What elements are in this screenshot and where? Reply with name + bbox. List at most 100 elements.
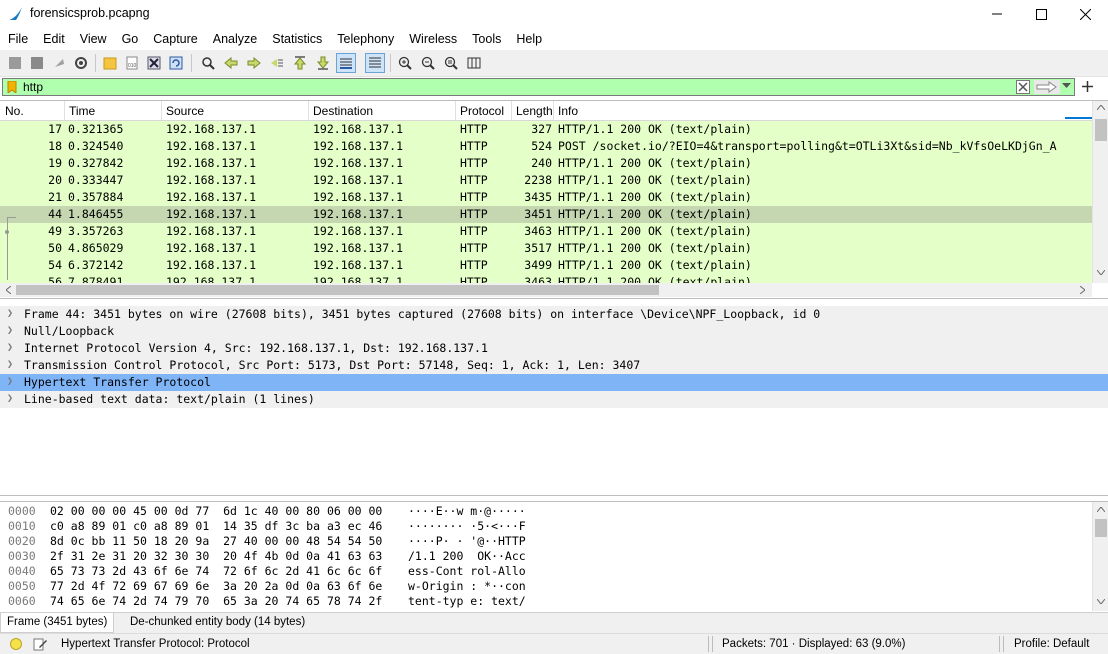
menu-capture[interactable]: Capture — [145, 32, 204, 46]
scroll-right-icon[interactable] — [1080, 286, 1085, 294]
tab-dechunked-body[interactable]: De-chunked entity body (14 bytes) — [124, 613, 311, 632]
chevron-right-icon[interactable]: ❯ — [7, 359, 13, 370]
column-header-destination[interactable]: Destination — [313, 104, 373, 118]
packet-row[interactable]: 21 0.357884 192.168.137.1 192.168.137.1 HTTP… — [0, 189, 1092, 206]
packet-list-hscrollbar[interactable] — [0, 283, 1092, 297]
open-file-button[interactable] — [100, 53, 120, 73]
auto-scroll-button[interactable] — [336, 53, 356, 73]
save-file-button[interactable]: 010 — [122, 53, 142, 73]
chevron-down-icon[interactable] — [1062, 83, 1071, 89]
tab-frame-bytes[interactable]: Frame (3451 bytes) — [0, 613, 115, 633]
expert-info-icon[interactable] — [10, 638, 22, 650]
packet-row[interactable]: 49 3.357263 192.168.137.1 192.168.137.1 HTTP… — [0, 223, 1092, 240]
byte-offset[interactable]: 0040 — [8, 564, 36, 578]
column-header-length[interactable]: Length — [516, 104, 553, 118]
edit-comment-icon[interactable] — [33, 637, 47, 651]
column-header-time[interactable]: Time — [69, 104, 95, 118]
column-header-info[interactable]: Info — [558, 104, 578, 118]
apply-filter-icon[interactable] — [1034, 80, 1060, 94]
start-capture-button[interactable] — [5, 53, 25, 73]
menu-telephony[interactable]: Telephony — [329, 32, 401, 46]
first-packet-button[interactable] — [290, 53, 310, 73]
byte-offset[interactable]: 0010 — [8, 519, 36, 533]
status-profile[interactable]: Profile: Default — [1014, 638, 1089, 650]
zoom-out-button[interactable] — [418, 53, 438, 73]
byte-ascii[interactable]: tent-typ e: text/ — [408, 594, 526, 608]
detail-tree-item[interactable]: ❯ Internet Protocol Version 4, Src: 192.1… — [0, 340, 1108, 357]
menu-tools[interactable]: Tools — [464, 32, 508, 46]
display-filter-input[interactable] — [23, 79, 1013, 95]
capture-options-button[interactable] — [71, 53, 91, 73]
byte-ascii[interactable]: /1.1 200 OK··Acc — [408, 549, 526, 563]
normal-size-button[interactable] — [441, 53, 461, 73]
byte-hex[interactable]: 8d 0c bb 11 50 18 20 9a 27 40 00 00 48 5… — [50, 534, 382, 548]
packet-row[interactable]: 20 0.333447 192.168.137.1 192.168.137.1 HTTP… — [0, 172, 1092, 189]
byte-hex[interactable]: 02 00 00 00 45 00 0d 77 6d 1c 40 00 80 0… — [50, 504, 382, 518]
packet-row[interactable]: 18 0.324540 192.168.137.1 192.168.137.1 HTTP… — [0, 138, 1092, 155]
byte-ascii[interactable]: ········ ·5·<···F — [408, 519, 526, 533]
menu-file[interactable]: File — [0, 32, 35, 46]
byte-offset[interactable]: 0020 — [8, 534, 36, 548]
menu-view[interactable]: View — [72, 32, 114, 46]
scroll-left-icon[interactable] — [6, 286, 11, 294]
close-button[interactable] — [1062, 0, 1108, 28]
byte-ascii[interactable]: w-Origin : *··con — [408, 579, 526, 593]
byte-hex[interactable]: c0 a8 89 01 c0 a8 89 01 14 35 df 3c ba a… — [50, 519, 382, 533]
detail-tree-item[interactable]: ❯ Hypertext Transfer Protocol — [0, 374, 1108, 391]
add-filter-button-icon[interactable] — [1082, 81, 1093, 92]
byte-hex[interactable]: 77 2d 4f 72 69 67 69 6e 3a 20 2a 0d 0a 6… — [50, 579, 382, 593]
menu-edit[interactable]: Edit — [35, 32, 72, 46]
scroll-down-icon[interactable] — [1097, 599, 1105, 604]
byte-ascii[interactable]: ····E··w m·@····· — [408, 504, 526, 518]
byte-offset[interactable]: 0030 — [8, 549, 36, 563]
packet-row[interactable]: 17 0.321365 192.168.137.1 192.168.137.1 HTTP… — [0, 121, 1092, 138]
chevron-right-icon[interactable]: ❯ — [7, 342, 13, 353]
packet-row[interactable]: 44 1.846455 192.168.137.1 192.168.137.1 HTTP… — [0, 206, 1092, 223]
byte-hex[interactable]: 74 65 6e 74 2d 74 79 70 65 3a 20 74 65 7… — [50, 594, 382, 608]
byte-offset[interactable]: 0050 — [8, 579, 36, 593]
chevron-right-icon[interactable]: ❯ — [7, 376, 13, 387]
column-header-protocol[interactable]: Protocol — [460, 104, 504, 118]
scroll-up-icon[interactable] — [1097, 507, 1105, 512]
minimize-button[interactable] — [974, 0, 1020, 28]
packet-row[interactable]: 56 7.878491 192.168.137.1 192.168.137.1 HTTP… — [0, 274, 1092, 283]
stop-capture-button[interactable] — [27, 53, 47, 73]
packet-row[interactable]: 50 4.865029 192.168.137.1 192.168.137.1 HTTP… — [0, 240, 1092, 257]
packet-list-vscrollbar[interactable] — [1092, 101, 1108, 283]
bookmark-icon[interactable] — [7, 81, 17, 93]
clear-filter-icon[interactable] — [1016, 80, 1030, 94]
colorize-button[interactable] — [365, 53, 385, 73]
scroll-up-icon[interactable] — [1097, 105, 1105, 110]
chevron-right-icon[interactable]: ❯ — [7, 308, 13, 319]
close-file-button[interactable] — [144, 53, 164, 73]
menu-go[interactable]: Go — [114, 32, 146, 46]
byte-ascii[interactable]: ess-Cont rol-Allo — [408, 564, 526, 578]
restart-capture-button[interactable] — [49, 53, 69, 73]
menu-wireless[interactable]: Wireless — [401, 32, 464, 46]
last-packet-button[interactable] — [313, 53, 333, 73]
byte-hex[interactable]: 65 73 73 2d 43 6f 6e 74 72 6f 6c 2d 41 6… — [50, 564, 382, 578]
packet-row[interactable]: 54 6.372142 192.168.137.1 192.168.137.1 HTTP… — [0, 257, 1092, 274]
detail-tree-item[interactable]: ❯ Transmission Control Protocol, Src Port… — [0, 357, 1108, 374]
byte-ascii[interactable]: ····P· · '@··HTTP — [408, 534, 526, 548]
detail-tree-item[interactable]: ❯ Line-based text data: text/plain (1 lin… — [0, 391, 1108, 408]
find-packet-button[interactable] — [198, 53, 218, 73]
reload-file-button[interactable] — [166, 53, 186, 73]
chevron-right-icon[interactable]: ❯ — [7, 325, 13, 336]
column-header-source[interactable]: Source — [166, 104, 204, 118]
resize-columns-button[interactable] — [464, 53, 484, 73]
detail-tree-item[interactable]: ❯ Null/Loopback — [0, 323, 1108, 340]
menu-analyze[interactable]: Analyze — [205, 32, 264, 46]
packet-row[interactable]: 19 0.327842 192.168.137.1 192.168.137.1 HTTP… — [0, 155, 1092, 172]
zoom-in-button[interactable] — [395, 53, 415, 73]
byte-offset[interactable]: 0060 — [8, 594, 36, 608]
menu-help[interactable]: Help — [508, 32, 549, 46]
maximize-button[interactable] — [1018, 0, 1064, 28]
detail-tree-item[interactable]: ❯ Frame 44: 3451 bytes on wire (27608 bit… — [0, 306, 1108, 323]
go-back-button[interactable] — [221, 53, 241, 73]
byte-hex[interactable]: 2f 31 2e 31 20 32 30 30 20 4f 4b 0d 0a 4… — [50, 549, 382, 563]
go-forward-button[interactable] — [244, 53, 264, 73]
bytes-vscrollbar[interactable] — [1092, 502, 1108, 611]
menu-statistics[interactable]: Statistics — [264, 32, 329, 46]
chevron-right-icon[interactable]: ❯ — [7, 393, 13, 404]
